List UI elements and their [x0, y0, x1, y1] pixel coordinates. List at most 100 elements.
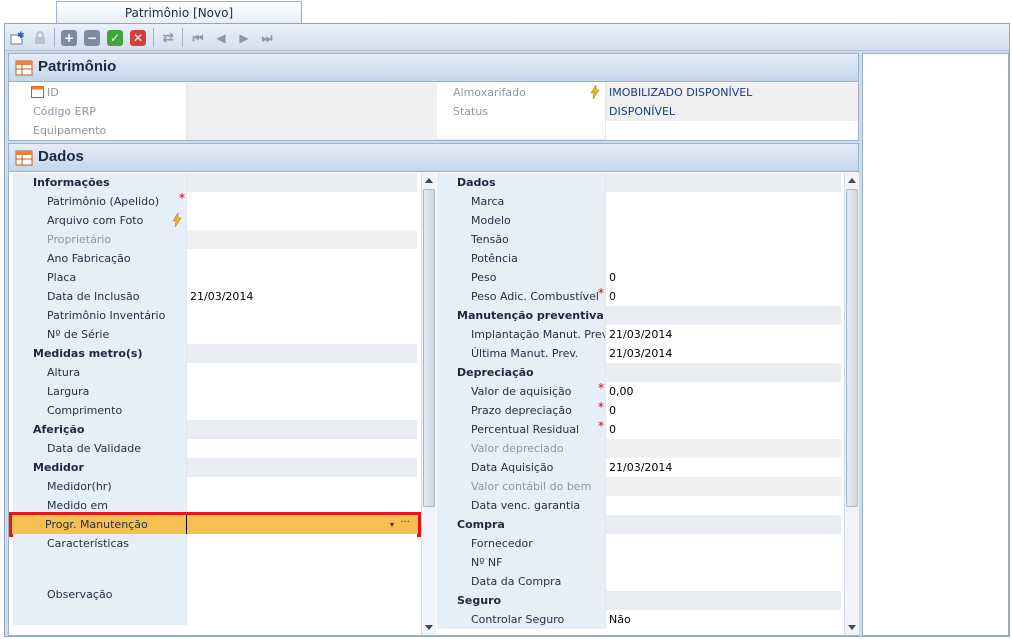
previous-record-icon[interactable]: ◀: [213, 30, 229, 46]
field-value[interactable]: [605, 211, 841, 230]
field-row[interactable]: Data de Validade: [13, 439, 417, 458]
field-value[interactable]: [605, 192, 841, 211]
field-value[interactable]: [186, 325, 417, 344]
field-value[interactable]: [186, 249, 417, 268]
cancel-icon[interactable]: ✕: [130, 30, 146, 46]
category-label: Medidor: [13, 458, 186, 477]
category-row[interactable]: Seguro: [437, 591, 841, 610]
field-row[interactable]: Patrimônio (Apelido) *: [13, 191, 417, 211]
field-row[interactable]: Data Aquisição 21/03/2014: [437, 458, 841, 477]
field-value[interactable]: 0: [605, 420, 841, 439]
category-row[interactable]: Aferição: [13, 420, 417, 439]
field-row[interactable]: Valor de aquisição * 0,00: [437, 381, 841, 401]
category-row[interactable]: Depreciação: [437, 363, 841, 382]
right-scrollbar[interactable]: [844, 173, 859, 635]
field-row[interactable]: Última Manut. Prev. 21/03/2014: [437, 344, 841, 363]
field-row[interactable]: Potência: [437, 249, 841, 268]
field-row[interactable]: Arquivo com Foto: [13, 211, 417, 230]
category-row[interactable]: Informações: [13, 173, 417, 192]
field-value[interactable]: [186, 211, 417, 230]
add-icon[interactable]: +: [61, 30, 77, 46]
field-value[interactable]: [605, 249, 841, 268]
field-value[interactable]: [186, 401, 417, 420]
field-value[interactable]: 0: [605, 268, 841, 287]
field-row[interactable]: Largura: [13, 382, 417, 401]
field-row[interactable]: Peso Adic. Combustível * 0: [437, 286, 841, 306]
field-row[interactable]: Data venc. garantia: [437, 496, 841, 515]
field-row[interactable]: Comprimento: [13, 401, 417, 420]
remove-icon[interactable]: −: [84, 30, 100, 46]
field-row[interactable]: Data da Compra: [437, 572, 841, 591]
field-value[interactable]: [186, 585, 417, 625]
scroll-down-icon[interactable]: [425, 625, 433, 630]
field-row[interactable]: Percentual Residual * 0: [437, 419, 841, 439]
category-row[interactable]: Medidor: [13, 458, 417, 477]
field-row[interactable]: Proprietário: [13, 230, 417, 249]
field-value[interactable]: [186, 363, 417, 382]
scroll-thumb[interactable]: [846, 189, 858, 507]
new-record-icon[interactable]: ✱: [9, 30, 25, 46]
field-row[interactable]: Data de Inclusão 21/03/2014: [13, 287, 417, 306]
field-value[interactable]: Não: [605, 610, 841, 629]
next-record-icon[interactable]: ▶: [236, 30, 252, 46]
field-row[interactable]: Controlar Seguro Não: [437, 610, 841, 629]
field-row[interactable]: Altura: [13, 363, 417, 382]
field-value[interactable]: [186, 268, 417, 287]
ellipsis-icon[interactable]: ···: [400, 515, 410, 532]
field-value[interactable]: 21/03/2014: [186, 287, 417, 306]
field-value[interactable]: 21/03/2014: [605, 344, 841, 363]
field-row[interactable]: Valor depreciado: [437, 439, 841, 458]
field-value[interactable]: [186, 477, 417, 496]
field-row[interactable]: Placa: [13, 268, 417, 287]
category-row[interactable]: Medidas metro(s): [13, 344, 417, 363]
scroll-up-icon[interactable]: [425, 178, 433, 183]
field-row[interactable]: Patrimônio Inventário: [13, 306, 417, 325]
field-value[interactable]: [605, 534, 841, 553]
field-value[interactable]: [605, 553, 841, 572]
field-row[interactable]: Marca: [437, 192, 841, 211]
confirm-icon[interactable]: ✓: [107, 30, 123, 46]
scroll-thumb[interactable]: [423, 189, 435, 507]
progr-manutencao-dropdown[interactable]: ▾ ···: [186, 515, 416, 534]
category-row[interactable]: Dados: [437, 173, 841, 192]
field-label: Data Aquisição: [437, 458, 605, 477]
field-value[interactable]: [186, 306, 417, 325]
field-value[interactable]: 0,00: [605, 382, 841, 401]
field-row[interactable]: Nº NF: [437, 553, 841, 572]
field-row[interactable]: Medidor(hr): [13, 477, 417, 496]
field-value[interactable]: [186, 534, 417, 585]
field-row[interactable]: Prazo depreciação * 0: [437, 400, 841, 420]
field-value[interactable]: [605, 572, 841, 591]
field-value[interactable]: [186, 439, 417, 458]
first-record-icon[interactable]: ⏮: [190, 30, 206, 46]
field-value[interactable]: 21/03/2014: [605, 458, 841, 477]
field-value[interactable]: [186, 382, 417, 401]
last-record-icon[interactable]: ⏭: [259, 30, 275, 46]
field-row[interactable]: Peso 0: [437, 268, 841, 287]
field-row[interactable]: Implantação Manut. Prev. 21/03/2014: [437, 325, 841, 344]
field-row[interactable]: Modelo: [437, 211, 841, 230]
category-row[interactable]: Manutenção preventiva: [437, 306, 841, 325]
field-row[interactable]: Características: [13, 534, 417, 585]
field-row[interactable]: Observação: [13, 585, 417, 625]
refresh-icon[interactable]: ⇄: [160, 30, 176, 46]
field-row[interactable]: Valor contábil do bem: [437, 477, 841, 496]
lightning-icon[interactable]: [590, 85, 600, 99]
field-value[interactable]: [605, 496, 841, 515]
tab-patrimonio[interactable]: Patrimônio [Novo]: [56, 1, 302, 24]
scroll-up-icon[interactable]: [848, 178, 856, 183]
field-row[interactable]: Ano Fabricação: [13, 249, 417, 268]
category-row[interactable]: Compra: [437, 515, 841, 534]
field-value[interactable]: [605, 230, 841, 249]
chevron-down-icon[interactable]: ▾: [390, 515, 394, 534]
field-row[interactable]: Tensão: [437, 230, 841, 249]
field-row[interactable]: Fornecedor: [437, 534, 841, 553]
field-row[interactable]: Nº de Série: [13, 325, 417, 344]
scroll-down-icon[interactable]: [848, 625, 856, 630]
field-value[interactable]: 0: [605, 401, 841, 420]
field-value[interactable]: 0: [605, 287, 841, 306]
lightning-icon[interactable]: [172, 213, 182, 227]
field-value[interactable]: [186, 192, 417, 211]
field-value[interactable]: 21/03/2014: [605, 325, 841, 344]
left-scrollbar[interactable]: [421, 173, 436, 635]
